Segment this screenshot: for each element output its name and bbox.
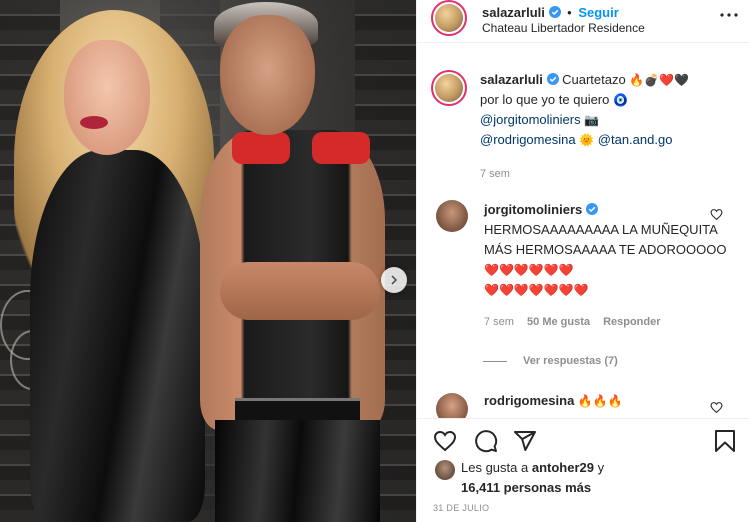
view-replies-label: Ver respuestas (7): [523, 355, 618, 367]
heart-icon[interactable]: [710, 208, 723, 221]
caption-emoji: 📷: [584, 113, 600, 127]
verified-icon: [546, 73, 559, 85]
more-options-icon[interactable]: [720, 12, 738, 18]
liker-username[interactable]: antoher29: [532, 460, 594, 475]
post-photo[interactable]: [0, 0, 416, 522]
commenter-avatar[interactable]: [436, 393, 468, 418]
comment-text: HERMOSAAAAAAAAA LA MUÑEQUITA MÁS HERMOSA…: [484, 222, 727, 257]
next-photo-button[interactable]: [381, 267, 407, 293]
caption-author-avatar[interactable]: [431, 70, 467, 106]
man-head: [220, 15, 315, 135]
reply-button[interactable]: Responder: [603, 316, 660, 328]
caption-author[interactable]: salazarluli: [480, 72, 543, 87]
comment-time[interactable]: 7 sem: [484, 316, 514, 328]
likes-count[interactable]: 16,411 personas más: [461, 480, 591, 495]
separator: •: [567, 5, 572, 20]
comment-emoji: ❤️❤️❤️❤️❤️❤️: [484, 263, 574, 277]
post-caption: salazarluli Cuartetazo 🔥💣❤️🖤 por lo que …: [480, 70, 735, 184]
follow-button[interactable]: Seguir: [578, 5, 618, 20]
verified-icon: [585, 203, 598, 215]
mention-link[interactable]: @rodrigomesina: [480, 132, 576, 147]
next-arrow-icon: [391, 275, 398, 285]
verified-icon: [548, 6, 561, 18]
mention-link[interactable]: @jorgitomoliniers: [480, 112, 581, 127]
author-avatar[interactable]: [431, 0, 467, 36]
comments-scroll-area[interactable]: salazarluli Cuartetazo 🔥💣❤️🖤 por lo que …: [417, 44, 749, 418]
heart-icon[interactable]: [710, 401, 723, 414]
liker-avatar[interactable]: [435, 460, 455, 480]
post-date[interactable]: 31 DE JULIO: [433, 503, 489, 513]
man-shoulder-right: [312, 132, 370, 164]
post-location[interactable]: Chateau Libertador Residence: [482, 21, 645, 35]
man-belt: [235, 398, 360, 420]
likes-summary: Les gusta a antoher29 y 16,411 personas …: [461, 458, 749, 498]
mention-link[interactable]: @tan.and.go: [598, 132, 673, 147]
caption-emoji: 🔥💣❤️🖤: [629, 73, 690, 87]
heart-icon[interactable]: [433, 429, 457, 453]
comment-emoji: ❤️❤️❤️❤️❤️❤️❤️: [484, 283, 589, 297]
bookmark-icon[interactable]: [714, 429, 736, 453]
woman-lips: [80, 116, 108, 129]
comment-text: 🔥🔥🔥: [577, 394, 623, 408]
caption-text: Cuartetazo: [562, 72, 626, 87]
man-legs: [215, 420, 380, 522]
caption-emoji: 🧿: [613, 93, 628, 107]
comment-icon[interactable]: [474, 429, 498, 453]
comment-likes[interactable]: 50 Me gusta: [527, 316, 590, 328]
woman-face: [64, 40, 150, 155]
comment-author[interactable]: jorgitomoliniers: [484, 202, 582, 217]
post-side-panel: salazarluli • Seguir Chateau Libertador …: [416, 0, 749, 522]
action-bar: [417, 418, 749, 458]
comment-item: rodrigomesina 🔥🔥🔥: [484, 393, 734, 408]
woman-body: [30, 150, 205, 522]
commenter-avatar[interactable]: [436, 200, 468, 232]
caption-time[interactable]: 7 sem: [480, 164, 735, 184]
view-replies-button[interactable]: Ver respuestas (7): [483, 355, 618, 367]
comment-item: jorgitomoliniers HERMOSAAAAAAAAA LA MUÑE…: [484, 200, 734, 332]
caption-emoji: 🌞: [579, 133, 595, 147]
comment-meta: 7 sem 50 Me gusta Responder: [484, 312, 734, 332]
man-shoulder-left: [232, 132, 290, 164]
likes-joiner: y: [597, 460, 605, 475]
caption-text: por lo que yo te quiero: [480, 92, 610, 107]
likes-prefix: Les gusta a: [461, 460, 529, 475]
man-arms-crossed: [220, 262, 380, 320]
post-header: salazarluli • Seguir Chateau Libertador …: [417, 0, 749, 43]
author-username[interactable]: salazarluli: [482, 5, 545, 20]
replies-divider: [483, 360, 507, 362]
comment-author[interactable]: rodrigomesina: [484, 393, 574, 408]
share-icon[interactable]: [513, 429, 537, 453]
